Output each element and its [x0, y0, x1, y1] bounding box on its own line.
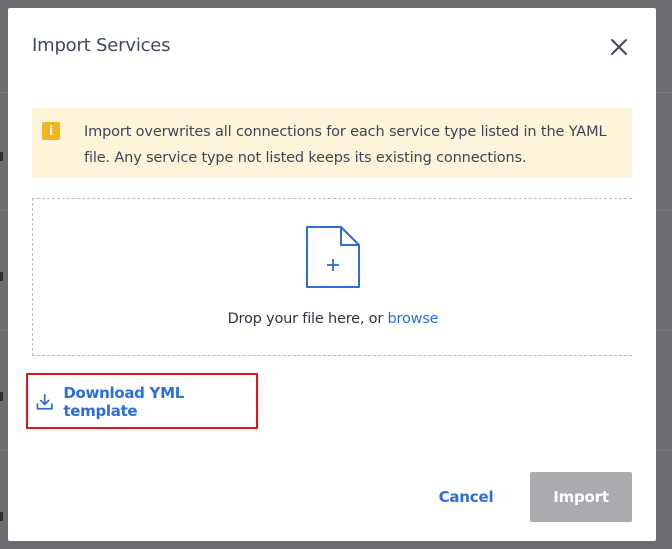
info-banner-text: Import overwrites all connections for ea…: [84, 124, 607, 166]
background-fragment: [0, 392, 3, 401]
file-dropzone[interactable]: Drop your file here, or browse: [32, 198, 632, 356]
dialog-title: Import Services: [32, 35, 171, 56]
close-icon: [611, 39, 627, 55]
background-fragment: [0, 272, 3, 281]
dropzone-prompt: Drop your file here, or browse: [33, 311, 633, 327]
download-template-highlight: Download YML template: [26, 373, 258, 429]
close-button[interactable]: [608, 36, 630, 58]
dropzone-prompt-text: Drop your file here, or: [227, 311, 384, 327]
import-button[interactable]: Import: [530, 472, 632, 522]
background-fragment: [0, 152, 3, 161]
info-icon: i: [42, 122, 60, 140]
browse-link[interactable]: browse: [388, 311, 439, 327]
download-template-link[interactable]: Download YML template: [36, 384, 256, 420]
background-fragment: [0, 512, 3, 521]
cancel-button[interactable]: Cancel: [428, 472, 504, 522]
download-template-label: Download YML template: [63, 384, 184, 420]
import-services-dialog: Import Services i Import overwrites all …: [8, 8, 656, 541]
file-add-icon: [306, 226, 360, 288]
info-banner: i Import overwrites all connections for …: [32, 108, 632, 178]
download-icon: [36, 393, 53, 410]
